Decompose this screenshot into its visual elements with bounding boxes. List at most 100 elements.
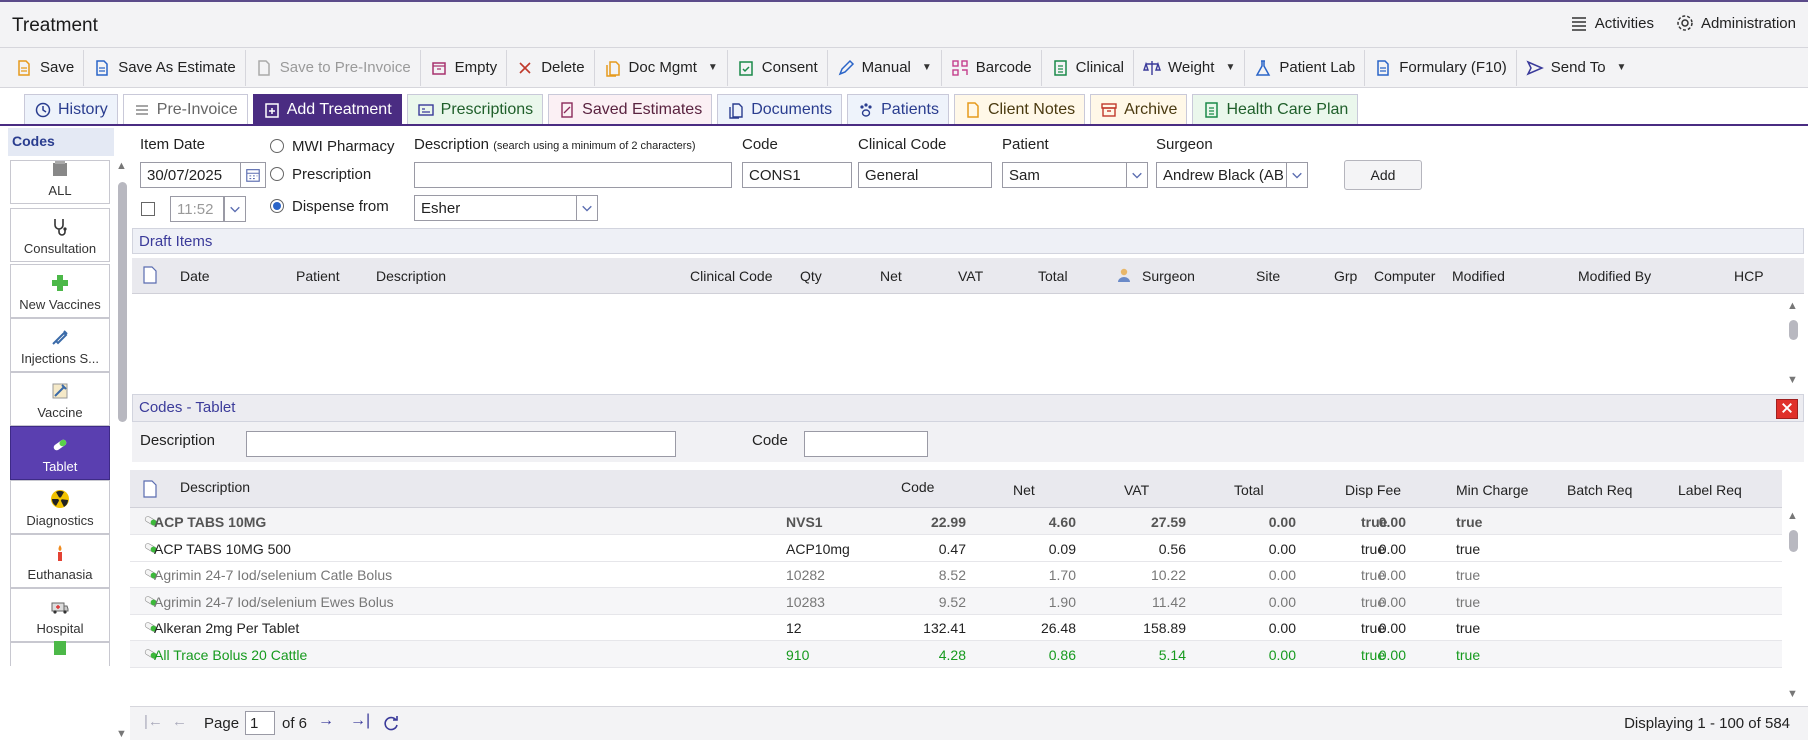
sidebar-item-injections[interactable]: Injections S... bbox=[10, 318, 110, 372]
table-row[interactable]: All Trace Bolus 20 Cattle 910 4.28 0.86 5.14… bbox=[130, 640, 1782, 668]
scroll-thumb[interactable] bbox=[1789, 320, 1798, 340]
column-header[interactable]: Net bbox=[1013, 482, 1035, 498]
column-header[interactable]: VAT bbox=[1124, 482, 1149, 498]
column-header[interactable]: Modified bbox=[1452, 268, 1505, 284]
patient-lab-button[interactable]: Patient Lab bbox=[1245, 49, 1366, 86]
tab-documents[interactable]: Documents bbox=[717, 94, 843, 124]
patient-select[interactable] bbox=[1002, 162, 1130, 188]
codes-code-search[interactable] bbox=[804, 431, 928, 457]
manual-button[interactable]: Manual ▼ bbox=[828, 49, 942, 86]
column-header[interactable]: Patient bbox=[296, 268, 340, 284]
consent-button[interactable]: Consent bbox=[728, 49, 828, 86]
add-button[interactable]: Add bbox=[1344, 160, 1422, 190]
column-header[interactable]: Clinical Code bbox=[690, 268, 772, 284]
sidebar-item-all[interactable]: ALL bbox=[10, 160, 110, 204]
administration-button[interactable]: Administration bbox=[1676, 14, 1796, 32]
scroll-down-icon[interactable]: ▼ bbox=[1787, 374, 1798, 386]
tab-client-notes[interactable]: Client Notes bbox=[953, 94, 1086, 124]
scroll-down-icon[interactable]: ▼ bbox=[1787, 688, 1798, 700]
tab-patients[interactable]: Patients bbox=[847, 94, 949, 124]
table-row[interactable]: Alkeran 2mg Per Tablet 12 132.41 26.48 158.8… bbox=[130, 614, 1782, 641]
empty-button[interactable]: Empty bbox=[421, 49, 508, 86]
sidebar-item-euthanasia[interactable]: Euthanasia bbox=[10, 534, 110, 588]
time-input[interactable] bbox=[170, 196, 224, 222]
column-header[interactable]: Batch Req bbox=[1567, 482, 1632, 498]
table-row[interactable]: ACP TABS 10MG NVS1 22.99 4.60 27.59 0.00 0.00 t… bbox=[130, 508, 1782, 535]
table-row[interactable]: Agrimin 24-7 Iod/selenium Catle Bolus 102… bbox=[130, 561, 1782, 588]
save-to-pre-invoice-button[interactable]: Save to Pre-Invoice bbox=[246, 49, 421, 86]
refresh-icon[interactable] bbox=[382, 714, 400, 736]
barcode-button[interactable]: Barcode bbox=[942, 49, 1042, 86]
scroll-up-icon[interactable]: ▲ bbox=[1787, 300, 1798, 312]
sidebar-item-consultation[interactable]: Consultation bbox=[10, 208, 110, 262]
sidebar-item-new-vaccines[interactable]: New Vaccines bbox=[10, 264, 110, 318]
clinical-button[interactable]: Clinical bbox=[1042, 49, 1135, 86]
scroll-down-icon[interactable]: ▼ bbox=[116, 728, 127, 740]
dispense-location-select[interactable] bbox=[414, 195, 580, 221]
scroll-up-icon[interactable]: ▲ bbox=[116, 160, 127, 172]
sidebar-item-diagnostics[interactable]: Diagnostics bbox=[10, 480, 110, 534]
column-header[interactable]: Description bbox=[376, 268, 446, 284]
doc-mgmt-button[interactable]: Doc Mgmt ▼ bbox=[595, 49, 728, 86]
description-input[interactable] bbox=[414, 162, 732, 188]
mwi-pharmacy-radio[interactable] bbox=[270, 139, 284, 153]
page-number-input[interactable] bbox=[245, 711, 275, 735]
column-header[interactable]: Qty bbox=[800, 268, 822, 284]
column-header[interactable]: Description bbox=[180, 479, 250, 495]
table-row[interactable]: ACP TABS 10MG 500 ACP10mg 0.47 0.09 0.56 0.00… bbox=[130, 535, 1782, 562]
chevron-down-icon[interactable] bbox=[224, 196, 246, 222]
chevron-down-icon[interactable] bbox=[1126, 162, 1148, 188]
send-to-button[interactable]: Send To ▼ bbox=[1517, 50, 1636, 86]
tab-pre-invoice[interactable]: Pre-Invoice bbox=[122, 94, 248, 124]
scroll-thumb[interactable] bbox=[118, 182, 127, 422]
tab-add-treatment[interactable]: Add Treatment bbox=[252, 94, 402, 124]
column-header[interactable]: Grp bbox=[1334, 268, 1357, 284]
column-header[interactable]: Net bbox=[880, 268, 902, 284]
clinical-code-input[interactable] bbox=[858, 162, 992, 188]
column-header[interactable]: Total bbox=[1234, 482, 1264, 498]
codes-description-search[interactable] bbox=[246, 431, 676, 457]
column-header[interactable]: Disp Fee bbox=[1345, 482, 1401, 498]
draft-scrollbar[interactable]: ▲ ▼ bbox=[1786, 300, 1800, 386]
dispense-from-radio[interactable] bbox=[270, 199, 284, 213]
save-as-estimate-button[interactable]: Save As Estimate bbox=[84, 49, 246, 86]
prescription-radio[interactable] bbox=[270, 167, 284, 181]
column-header[interactable]: Computer bbox=[1374, 268, 1435, 284]
close-panel-button[interactable] bbox=[1776, 399, 1798, 419]
next-page-icon[interactable]: → bbox=[318, 712, 334, 730]
first-page-icon[interactable]: |← bbox=[144, 713, 163, 730]
sidebar-item-hospital[interactable]: Hospital bbox=[10, 588, 110, 642]
column-header[interactable]: VAT bbox=[958, 268, 983, 284]
chevron-down-icon[interactable] bbox=[1286, 162, 1308, 188]
time-checkbox[interactable] bbox=[141, 202, 155, 216]
scroll-up-icon[interactable]: ▲ bbox=[1787, 510, 1798, 522]
column-header[interactable]: Code bbox=[901, 479, 934, 495]
tab-saved-estimates[interactable]: Saved Estimates bbox=[548, 94, 713, 124]
calendar-icon[interactable] bbox=[240, 162, 266, 188]
column-header[interactable]: Site bbox=[1256, 268, 1280, 284]
column-header[interactable]: Date bbox=[180, 268, 210, 284]
delete-button[interactable]: Delete bbox=[507, 49, 595, 86]
prev-page-icon[interactable]: ← bbox=[172, 713, 187, 730]
tab-prescriptions[interactable]: Prescriptions bbox=[406, 94, 544, 124]
sidebar-item-more[interactable] bbox=[10, 641, 110, 666]
surgeon-select[interactable] bbox=[1156, 162, 1290, 188]
activities-button[interactable]: Activities bbox=[1570, 14, 1654, 32]
code-input[interactable] bbox=[742, 162, 852, 188]
save-button[interactable]: Save bbox=[6, 49, 85, 86]
column-header[interactable]: HCP bbox=[1734, 268, 1764, 284]
chevron-down-icon[interactable] bbox=[576, 195, 598, 221]
formulary-button[interactable]: Formulary (F10) bbox=[1365, 49, 1517, 86]
tab-health-care-plan[interactable]: Health Care Plan bbox=[1192, 94, 1359, 124]
column-header[interactable]: Surgeon bbox=[1142, 268, 1195, 284]
codes-scrollbar[interactable]: ▲ ▼ bbox=[1786, 510, 1800, 700]
scroll-thumb[interactable] bbox=[1789, 530, 1798, 552]
sidebar-item-vaccine[interactable]: Vaccine bbox=[10, 372, 110, 426]
column-header[interactable]: Min Charge bbox=[1456, 482, 1528, 498]
column-header[interactable]: Modified By bbox=[1578, 268, 1651, 284]
sidebar-item-tablet[interactable]: Tablet bbox=[10, 426, 110, 480]
last-page-icon[interactable]: →| bbox=[350, 712, 370, 730]
column-header[interactable]: Label Req bbox=[1678, 482, 1742, 498]
sidebar-scrollbar[interactable]: ▲ ▼ bbox=[114, 160, 128, 740]
table-row[interactable]: Agrimin 24-7 Iod/selenium Ewes Bolus 1028… bbox=[130, 587, 1782, 615]
